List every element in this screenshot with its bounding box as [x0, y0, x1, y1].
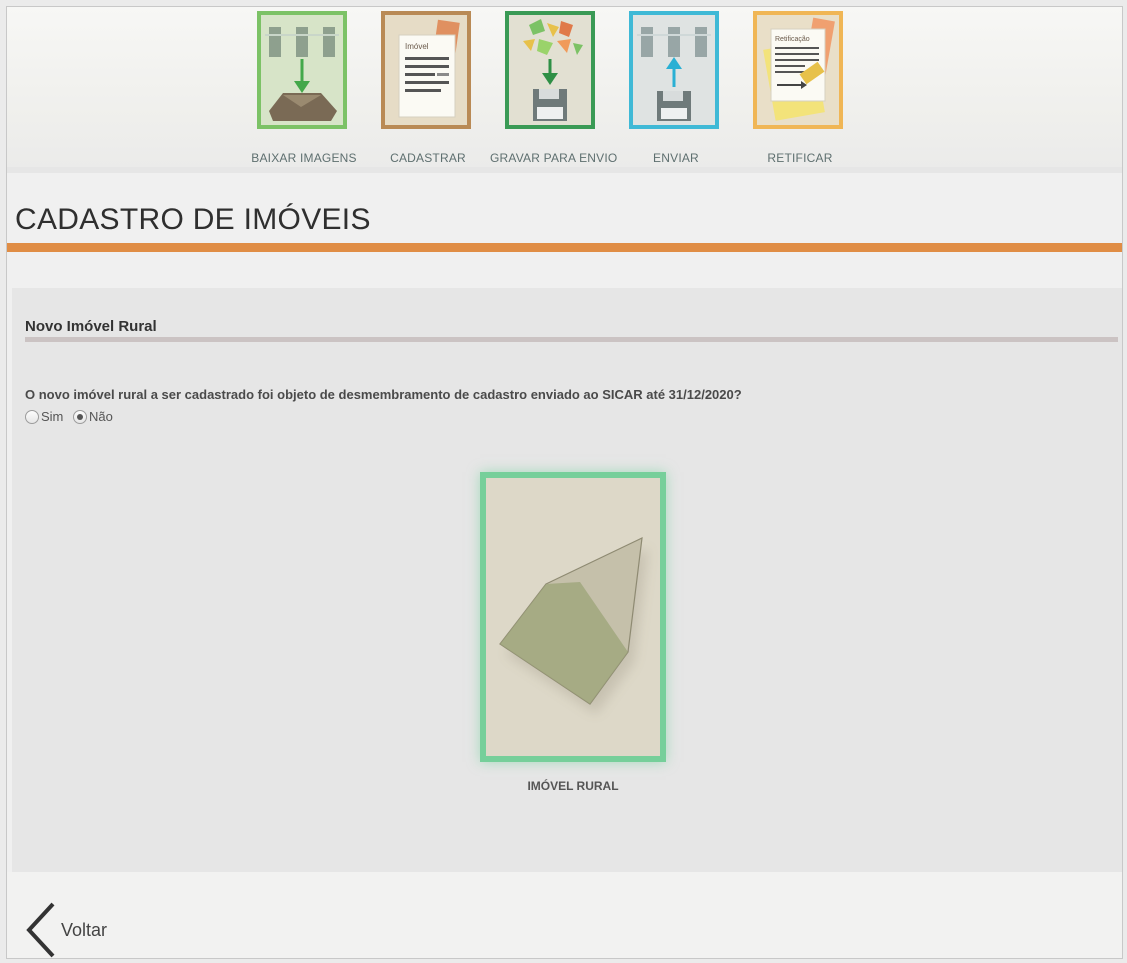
rural-property-card[interactable] [480, 472, 666, 762]
upload-servers-icon[interactable] [629, 11, 719, 129]
nav-label[interactable]: GRAVAR PARA ENVIO [490, 151, 617, 165]
question-text: O novo imóvel rural a ser cadastrado foi… [25, 387, 742, 402]
radio-label-nao[interactable]: Não [89, 409, 113, 424]
radio-nao[interactable] [73, 409, 88, 424]
nav-label[interactable]: CADASTRAR [366, 151, 490, 165]
footer-bar: Voltar [7, 872, 1122, 958]
download-images-icon[interactable] [257, 11, 347, 129]
radio-group: Sim Não [25, 409, 119, 427]
content-panel: Novo Imóvel Rural O novo imóvel rural a … [12, 288, 1122, 872]
chevron-left-icon[interactable] [23, 900, 59, 959]
back-label[interactable]: Voltar [61, 920, 107, 941]
doc-text: Retificação [775, 36, 810, 43]
section-divider [25, 337, 1118, 342]
doc-text: Imóvel [405, 42, 429, 51]
top-nav-bar: BAIXAR IMAGENS Imóvel CADASTRAR GRAVAR P… [7, 7, 1122, 167]
save-floppy-icon[interactable] [505, 11, 595, 129]
back-button[interactable]: Voltar [23, 900, 107, 959]
nav-label[interactable]: RETIFICAR [738, 151, 862, 165]
rectify-document-icon[interactable]: Retificação [753, 11, 843, 129]
page-title: CADASTRO DE IMÓVEIS [15, 203, 371, 236]
section-title: Novo Imóvel Rural [25, 318, 157, 335]
title-underline [7, 243, 1122, 252]
register-document-icon[interactable]: Imóvel [381, 11, 471, 129]
card-label[interactable]: IMÓVEL RURAL [480, 779, 666, 793]
radio-option-nao[interactable]: Não [73, 409, 113, 424]
nav-label[interactable]: ENVIAR [614, 151, 738, 165]
radio-option-sim[interactable]: Sim [25, 409, 63, 424]
header-divider [7, 167, 1122, 173]
rural-property-polygon-icon [499, 536, 643, 705]
radio-sim[interactable] [25, 409, 39, 424]
app-frame: BAIXAR IMAGENS Imóvel CADASTRAR GRAVAR P… [6, 6, 1123, 959]
nav-label[interactable]: BAIXAR IMAGENS [242, 151, 366, 165]
radio-label-sim[interactable]: Sim [41, 409, 63, 424]
